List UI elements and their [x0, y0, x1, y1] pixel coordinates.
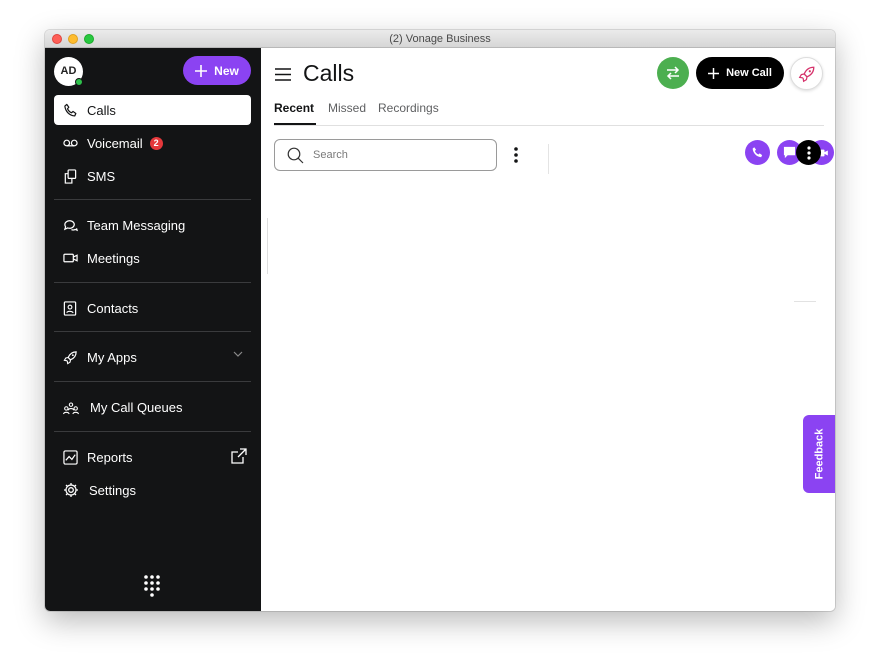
- window-minimize-button[interactable]: [68, 34, 78, 44]
- new-button[interactable]: New: [183, 56, 251, 85]
- main-content: Calls New Call Recent Missed Recordings: [261, 48, 835, 611]
- swap-calls-button[interactable]: [657, 57, 689, 89]
- rocket-icon: [62, 349, 78, 365]
- presence-indicator: [75, 78, 83, 86]
- sidebar-item-team-messaging[interactable]: Team Messaging: [54, 210, 251, 240]
- sidebar-item-meetings[interactable]: Meetings: [54, 243, 251, 273]
- feedback-label: Feedback: [813, 428, 825, 480]
- gear-icon: [62, 482, 79, 498]
- page-title: Calls: [303, 60, 355, 86]
- sidebar-item-calls[interactable]: Calls: [54, 95, 251, 125]
- app-window: (2) Vonage Business AD New Calls Voicema…: [45, 30, 835, 611]
- sidebar-item-label: Voicemail: [87, 135, 143, 151]
- chevron-down-icon[interactable]: [233, 351, 243, 357]
- sidebar-divider: [54, 381, 251, 382]
- plus-icon: [195, 64, 208, 77]
- external-link-icon[interactable]: [231, 448, 247, 464]
- tab-recordings[interactable]: Recordings: [378, 101, 439, 115]
- sidebar-divider: [54, 331, 251, 332]
- sidebar-item-label: Settings: [89, 482, 136, 498]
- new-call-button[interactable]: New Call: [696, 57, 784, 89]
- window-titlebar[interactable]: (2) Vonage Business: [45, 30, 835, 48]
- sidebar-divider: [54, 431, 251, 432]
- reports-icon: [62, 449, 78, 465]
- panel-rule: [794, 301, 816, 302]
- sidebar-item-label: SMS: [87, 168, 116, 184]
- sms-icon: [62, 168, 78, 184]
- window-maximize-button[interactable]: [84, 34, 94, 44]
- voicemail-badge: 2: [149, 136, 163, 150]
- sidebar-item-label: Calls: [87, 102, 116, 118]
- chat-bubbles-icon: [62, 217, 78, 233]
- more-vertical-icon: [806, 145, 811, 160]
- phone-icon: [752, 147, 763, 158]
- sidebar-item-my-apps[interactable]: My Apps: [54, 342, 251, 372]
- sidebar-item-my-call-queues[interactable]: My Call Queues: [54, 392, 251, 422]
- feedback-button[interactable]: Feedback: [803, 415, 835, 493]
- tabs-divider: [274, 125, 824, 126]
- sidebar-divider: [54, 199, 251, 200]
- sidebar-item-contacts[interactable]: Contacts: [54, 293, 251, 323]
- message-icon: [783, 146, 796, 159]
- sidebar-item-voicemail[interactable]: Voicemail 2: [54, 128, 251, 158]
- call-action-button[interactable]: [745, 140, 770, 165]
- contacts-icon: [62, 300, 78, 316]
- rocket-icon: [798, 66, 814, 82]
- swap-arrows-icon: [666, 66, 680, 80]
- more-actions-button[interactable]: [796, 140, 821, 165]
- search-icon: [287, 147, 304, 164]
- sidebar-item-label: Reports: [87, 449, 133, 465]
- more-options-icon[interactable]: [513, 146, 519, 164]
- sidebar: AD New Calls Voicemail 2 SMS Team Messag…: [45, 48, 261, 611]
- new-button-label: New: [214, 63, 239, 78]
- apps-launcher-button[interactable]: [790, 57, 823, 90]
- sidebar-item-label: My Call Queues: [90, 399, 183, 415]
- search-input[interactable]: [313, 149, 483, 161]
- new-call-label: New Call: [726, 67, 772, 79]
- sidebar-item-sms[interactable]: SMS: [54, 161, 251, 191]
- sidebar-item-label: Meetings: [87, 250, 140, 266]
- tab-recent[interactable]: Recent: [274, 101, 314, 115]
- window-title: (2) Vonage Business: [389, 33, 491, 45]
- sidebar-item-label: Contacts: [87, 300, 139, 316]
- window-close-button[interactable]: [52, 34, 62, 44]
- phone-icon: [62, 102, 78, 118]
- call-queues-icon: [62, 399, 80, 415]
- video-icon: [62, 250, 78, 266]
- tab-missed[interactable]: Missed: [328, 101, 366, 115]
- sidebar-item-label: My Apps: [87, 349, 137, 365]
- hamburger-menu-icon[interactable]: [275, 68, 291, 81]
- sidebar-divider: [54, 282, 251, 283]
- dialpad-icon[interactable]: [143, 574, 161, 598]
- sidebar-item-label: Team Messaging: [87, 217, 186, 233]
- search-box[interactable]: [274, 139, 497, 171]
- panel-edge: [267, 218, 268, 274]
- sidebar-item-settings[interactable]: Settings: [54, 475, 251, 505]
- sidebar-item-reports[interactable]: Reports: [54, 442, 251, 472]
- plus-icon: [708, 67, 720, 79]
- toolbar-separator: [548, 144, 549, 174]
- voicemail-icon: [62, 135, 78, 151]
